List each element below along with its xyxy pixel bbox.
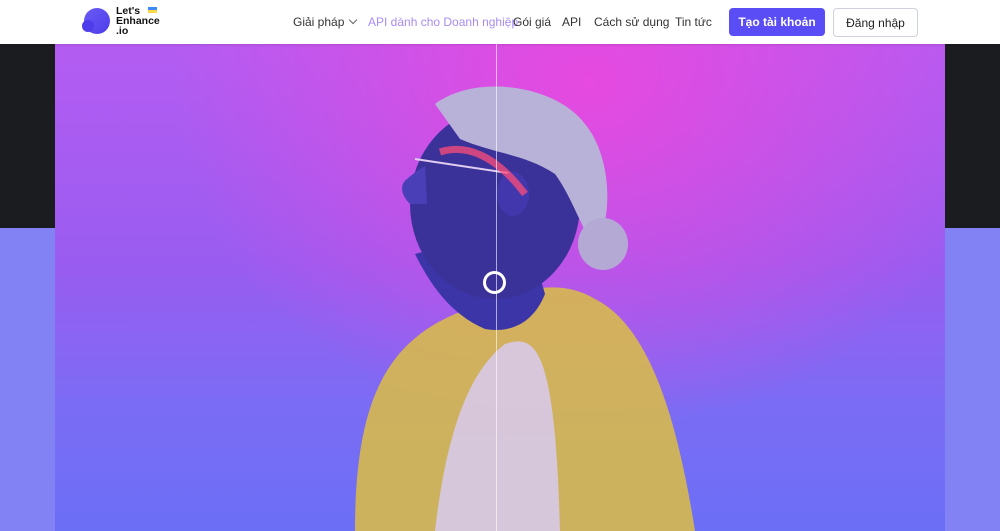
hero-right-purple-panel xyxy=(945,228,1000,531)
nav-item-how-to-use[interactable]: Cách sử dụng xyxy=(594,15,669,29)
hero-left-purple-panel xyxy=(0,228,55,531)
login-button[interactable]: Đăng nhập xyxy=(833,8,918,37)
nav-item-api[interactable]: API xyxy=(562,15,581,29)
ukraine-flag-icon xyxy=(148,7,157,13)
comparison-photo xyxy=(55,44,945,531)
nav-item-news[interactable]: Tin tức xyxy=(675,15,712,29)
nav-item-pricing[interactable]: Gói giá xyxy=(513,15,551,29)
create-account-button[interactable]: Tạo tài khoản xyxy=(729,8,825,36)
hero-right-dark-panel xyxy=(945,44,1000,228)
nav-item-solutions[interactable]: Giải pháp xyxy=(293,15,358,29)
chevron-down-icon xyxy=(349,15,358,25)
site-header: Let's Enhance .io Giải pháp API dành cho… xyxy=(0,0,1000,44)
brand-logo[interactable]: Let's Enhance .io xyxy=(82,6,174,37)
logo-icon xyxy=(82,8,110,34)
comparison-slider-handle-icon[interactable] xyxy=(483,271,506,294)
nav-item-label: Giải pháp xyxy=(293,15,345,29)
hero-left-dark-panel xyxy=(0,44,55,228)
nav-item-enterprise-api[interactable]: API dành cho Doanh nghiệp xyxy=(368,15,518,29)
hero-section xyxy=(0,44,1000,531)
